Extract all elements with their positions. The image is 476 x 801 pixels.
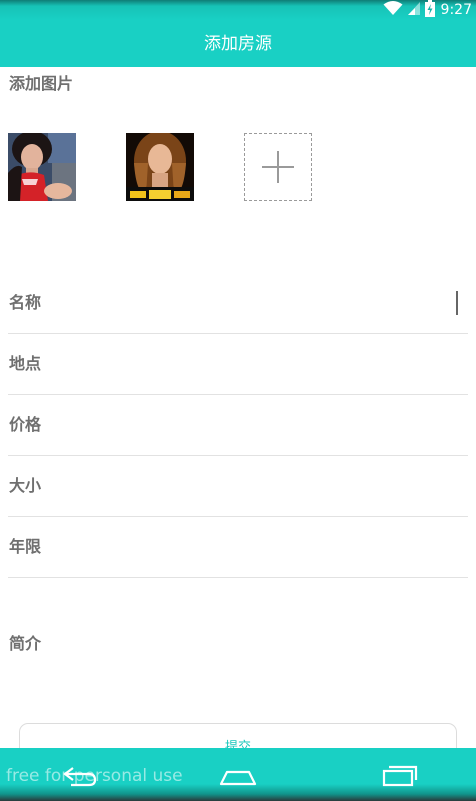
field-size-label: 大小 bbox=[9, 476, 42, 495]
field-location-label: 地点 bbox=[9, 354, 42, 373]
field-name-label: 名称 bbox=[9, 293, 42, 312]
photo-thumbnail-1[interactable] bbox=[8, 133, 76, 201]
add-images-label: 添加图片 bbox=[9, 74, 74, 93]
home-icon bbox=[219, 770, 257, 786]
plus-icon-vertical bbox=[277, 151, 279, 183]
field-name[interactable]: 名称 bbox=[8, 273, 468, 334]
field-location[interactable]: 地点 bbox=[8, 334, 468, 395]
years-input[interactable] bbox=[68, 531, 452, 563]
field-price[interactable]: 价格 bbox=[8, 395, 468, 456]
location-input[interactable] bbox=[68, 348, 452, 380]
page-title: 添加房源 bbox=[204, 34, 272, 54]
status-icons: 9:27 bbox=[383, 0, 472, 21]
home-button[interactable] bbox=[213, 760, 263, 790]
add-image-button[interactable] bbox=[244, 133, 312, 201]
app-screen: 9:27 添加房源 添加图片 名称 地点 价格 大小 年限 简介 free fo… bbox=[0, 0, 476, 801]
title-bar: 添加房源 bbox=[0, 20, 476, 67]
size-input[interactable] bbox=[68, 470, 452, 502]
status-time: 9:27 bbox=[440, 2, 472, 18]
field-years[interactable]: 年限 bbox=[8, 517, 468, 578]
field-years-label: 年限 bbox=[9, 537, 42, 556]
text-caret bbox=[456, 291, 458, 315]
status-bar: 9:27 bbox=[0, 0, 476, 20]
recents-icon bbox=[382, 765, 418, 787]
watermark-text: free for personal use bbox=[6, 766, 183, 786]
field-size[interactable]: 大小 bbox=[8, 456, 468, 517]
battery-charging-icon bbox=[424, 0, 435, 21]
photo-thumbnail-2[interactable] bbox=[126, 133, 194, 201]
wifi-icon bbox=[383, 0, 403, 20]
price-input[interactable] bbox=[68, 409, 452, 441]
intro-textarea[interactable] bbox=[60, 626, 464, 710]
field-price-label: 价格 bbox=[9, 415, 42, 434]
signal-icon bbox=[407, 0, 421, 20]
name-input[interactable] bbox=[68, 287, 452, 319]
recents-button[interactable] bbox=[374, 760, 424, 790]
intro-label: 简介 bbox=[9, 634, 42, 653]
